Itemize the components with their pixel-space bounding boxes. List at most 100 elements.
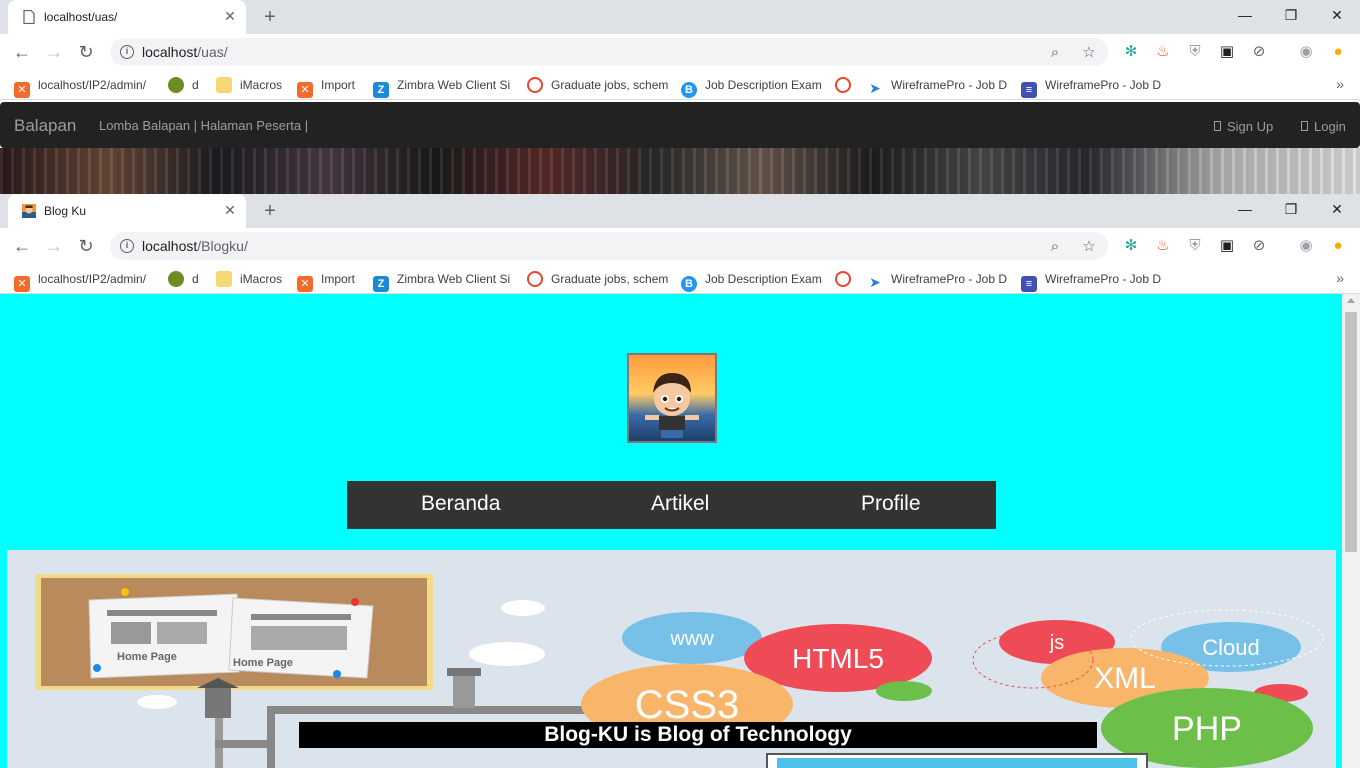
bookmark-item[interactable]: ≡ WireframePro - Job D: [1021, 270, 1161, 292]
bookmark-item[interactable]: ➤ WireframePro - Job D: [867, 76, 1007, 96]
tab-close-icon[interactable]: ✕: [222, 202, 238, 218]
zoom-icon[interactable]: ⌕: [1046, 44, 1064, 62]
zoom-icon[interactable]: ⌕: [1046, 238, 1064, 256]
reload-button[interactable]: ↻: [74, 234, 98, 258]
profile-avatar-image: [627, 353, 717, 443]
update-alert-icon[interactable]: ●: [1328, 42, 1348, 62]
url-text[interactable]: localhost/Blogku/: [142, 238, 248, 254]
navbar-brand[interactable]: Balapan: [14, 116, 76, 136]
bookmark-item[interactable]: d: [168, 76, 199, 94]
close-window-button[interactable]: ✕: [1314, 194, 1360, 228]
address-bar[interactable]: i localhost/uas/ ⌕ ☆: [110, 38, 1108, 66]
folder-icon: [216, 271, 232, 287]
bookmark-item[interactable]: ✕ localhost/IP2/admin/: [14, 270, 146, 292]
bookmark-item[interactable]: d: [168, 270, 199, 288]
bookmark-item[interactable]: Z Zimbra Web Client Si: [373, 76, 510, 98]
back-button[interactable]: ←: [10, 40, 34, 64]
xml-label: XML: [1094, 662, 1156, 695]
restore-button[interactable]: ❐: [1268, 0, 1314, 34]
login-link[interactable]: Login: [1301, 119, 1346, 134]
minimize-button[interactable]: —: [1222, 194, 1268, 228]
more-bookmarks-button[interactable]: »: [1336, 76, 1344, 92]
card-label: Home Page: [233, 657, 293, 669]
extension-block-icon[interactable]: ⊘: [1249, 236, 1269, 256]
vertical-scrollbar[interactable]: [1342, 294, 1360, 768]
tab-blogku[interactable]: Blog Ku ✕: [8, 194, 246, 228]
bookmark-item[interactable]: [835, 270, 859, 288]
browser-window-uas: localhost/uas/ ✕ + — ❐ ✕ ← → ↻ i localho…: [0, 0, 1360, 194]
menu-item-artikel[interactable]: Artikel: [651, 492, 709, 516]
site-info-icon[interactable]: i: [120, 45, 134, 59]
login-icon: [1301, 121, 1308, 131]
scroll-thumb[interactable]: [1345, 312, 1357, 552]
extension-gear-icon[interactable]: ✻: [1121, 42, 1141, 62]
cartoon-avatar-icon: [645, 373, 699, 438]
bookmarks-bar: ✕ localhost/IP2/admin/ d iMacros ✕ Import …: [0, 264, 1360, 294]
css3-label: CSS3: [635, 683, 740, 727]
bookmark-item[interactable]: ≡ WireframePro - Job D: [1021, 76, 1161, 98]
forward-button[interactable]: →: [42, 40, 66, 64]
bookmark-star-icon[interactable]: ☆: [1080, 238, 1098, 256]
address-bar[interactable]: i localhost/Blogku/ ⌕ ☆: [110, 232, 1108, 260]
menu-item-profile[interactable]: Profile: [861, 492, 921, 516]
extension-fire-icon[interactable]: ♨: [1153, 236, 1173, 256]
extension-box-icon[interactable]: ▣: [1217, 42, 1237, 62]
zimbra-icon: Z: [373, 276, 389, 292]
reload-button[interactable]: ↻: [74, 40, 98, 64]
xampp-icon: ✕: [14, 276, 30, 292]
extension-shield-icon[interactable]: ⛨: [1185, 236, 1205, 256]
extension-fire-icon[interactable]: ♨: [1153, 42, 1173, 62]
bookmark-item[interactable]: iMacros: [216, 270, 282, 288]
bookmark-item[interactable]: ✕ Import: [297, 76, 355, 98]
doc-icon: ≡: [1021, 82, 1037, 98]
race-hero-image: [0, 148, 1360, 194]
bookmark-item[interactable]: Graduate jobs, schem: [527, 270, 668, 288]
navbar-text[interactable]: Lomba Balapan | Halaman Peserta |: [99, 118, 308, 133]
wireframe-icon: ➤: [867, 274, 883, 290]
site-info-icon[interactable]: i: [120, 239, 134, 253]
forward-button[interactable]: →: [42, 234, 66, 258]
new-tab-button[interactable]: +: [260, 7, 280, 27]
bookmark-item[interactable]: ✕ Import: [297, 270, 355, 292]
doc-icon: ≡: [1021, 276, 1037, 292]
bookmark-item[interactable]: [835, 76, 859, 94]
bookmark-item[interactable]: Graduate jobs, schem: [527, 76, 668, 94]
tab-uas[interactable]: localhost/uas/ ✕: [8, 0, 246, 34]
close-window-button[interactable]: ✕: [1314, 0, 1360, 34]
more-bookmarks-button[interactable]: »: [1336, 270, 1344, 286]
profile-avatar-icon[interactable]: ◉: [1296, 236, 1316, 256]
globe-icon: [168, 77, 184, 93]
php-label: PHP: [1172, 710, 1242, 748]
bookmark-item[interactable]: iMacros: [216, 76, 282, 94]
tab-close-icon[interactable]: ✕: [222, 8, 238, 24]
bookmark-item[interactable]: ✕ localhost/IP2/admin/: [14, 76, 146, 98]
extension-block-icon[interactable]: ⊘: [1249, 42, 1269, 62]
minimize-button[interactable]: —: [1222, 0, 1268, 34]
wireframe-icon: ➤: [867, 80, 883, 96]
bookmark-item[interactable]: ➤ WireframePro - Job D: [867, 270, 1007, 290]
www-label: www: [669, 628, 714, 650]
extension-shield-icon[interactable]: ⛨: [1185, 42, 1205, 62]
bookmark-star-icon[interactable]: ☆: [1080, 44, 1098, 62]
scroll-up-icon[interactable]: [1347, 298, 1355, 303]
cloud-label: Cloud: [1202, 635, 1259, 660]
extension-gear-icon[interactable]: ✻: [1121, 236, 1141, 256]
restore-button[interactable]: ❐: [1268, 194, 1314, 228]
bookmark-item[interactable]: B Job Description Exam: [681, 270, 822, 292]
bookmark-item[interactable]: Z Zimbra Web Client Si: [373, 270, 510, 292]
profile-avatar-icon[interactable]: ◉: [1296, 42, 1316, 62]
extension-box-icon[interactable]: ▣: [1217, 236, 1237, 256]
signup-link[interactable]: Sign Up: [1214, 119, 1273, 134]
bookmark-item[interactable]: B Job Description Exam: [681, 76, 822, 98]
bitly-icon: B: [681, 82, 697, 98]
new-tab-button[interactable]: +: [260, 201, 280, 221]
url-text[interactable]: localhost/uas/: [142, 44, 228, 60]
update-alert-icon[interactable]: ●: [1328, 236, 1348, 256]
banner-caption: Blog-KU is Blog of Technology: [299, 722, 1097, 748]
menu-item-beranda[interactable]: Beranda: [421, 492, 500, 516]
site-navbar: Balapan Lomba Balapan | Halaman Peserta …: [0, 102, 1360, 148]
back-button[interactable]: ←: [10, 234, 34, 258]
tab-strip: localhost/uas/ ✕ + — ❐ ✕: [0, 0, 1360, 34]
page-icon: [23, 10, 35, 24]
target-icon: [527, 77, 543, 93]
